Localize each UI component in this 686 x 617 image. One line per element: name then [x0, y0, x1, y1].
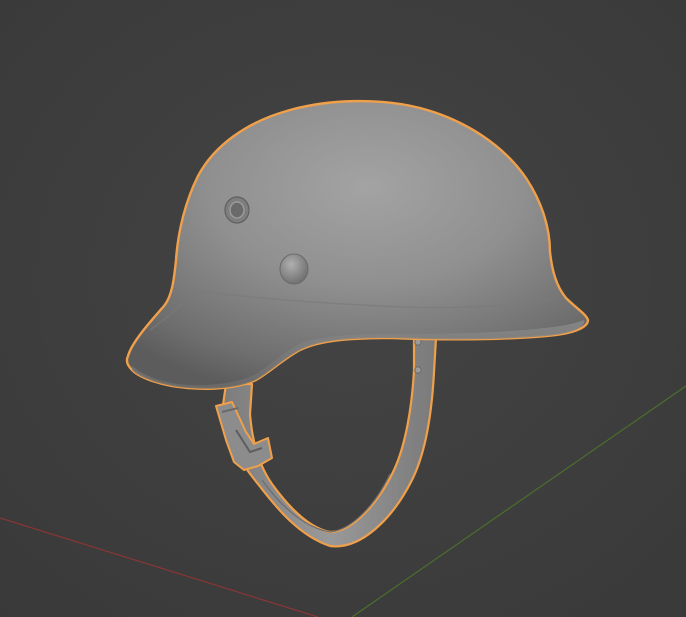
vent-hole	[224, 196, 250, 224]
liner-rivet	[279, 253, 309, 285]
viewport-canvas[interactable]	[0, 0, 686, 617]
strap-rivet-lower	[414, 366, 422, 374]
3d-viewport[interactable]	[0, 0, 686, 617]
